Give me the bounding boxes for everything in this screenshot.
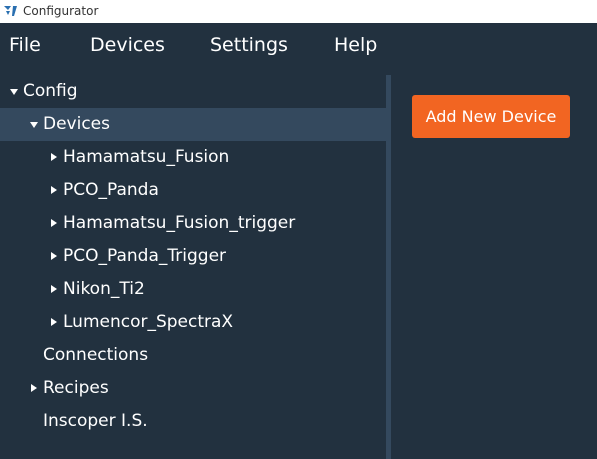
- tree-item-label: Devices: [43, 114, 110, 134]
- tree-item-inscoper[interactable]: Inscoper I.S.: [0, 405, 386, 438]
- tree-item-label: Config: [23, 81, 78, 101]
- menu-file[interactable]: File: [9, 34, 41, 56]
- tree-item-recipes[interactable]: Recipes: [0, 372, 386, 405]
- menu-devices[interactable]: Devices: [90, 34, 165, 56]
- add-new-device-button[interactable]: Add New Device: [412, 95, 570, 138]
- window-title: Configurator: [23, 4, 99, 18]
- tree-item-label: Nikon_Ti2: [63, 279, 145, 299]
- app-logo-icon: [4, 6, 17, 16]
- menu-bar: File Devices Settings Help: [0, 23, 597, 73]
- config-tree: Config Devices Hamamatsu_Fusion PCO_Pand…: [0, 75, 386, 459]
- menu-settings[interactable]: Settings: [210, 34, 288, 56]
- tree-item-label: Connections: [43, 345, 149, 365]
- tree-item-label: Hamamatsu_Fusion_trigger: [63, 213, 296, 233]
- collapsed-arrow-icon[interactable]: [51, 153, 57, 161]
- tree-item-device[interactable]: Hamamatsu_Fusion_trigger: [0, 207, 386, 240]
- tree-item-label: Recipes: [43, 378, 109, 398]
- tree-item-device[interactable]: Nikon_Ti2: [0, 273, 386, 306]
- expanded-arrow-icon[interactable]: [30, 122, 38, 128]
- tree-item-connections[interactable]: Connections: [0, 339, 386, 372]
- collapsed-arrow-icon[interactable]: [51, 285, 57, 293]
- collapsed-arrow-icon[interactable]: [51, 252, 57, 260]
- tree-item-label: Inscoper I.S.: [43, 411, 148, 431]
- tree-item-label: Lumencor_SpectraX: [63, 312, 234, 332]
- collapsed-arrow-icon[interactable]: [51, 219, 57, 227]
- tree-item-device[interactable]: Lumencor_SpectraX: [0, 306, 386, 339]
- tree-item-device[interactable]: Hamamatsu_Fusion: [0, 141, 386, 174]
- title-bar: Configurator: [0, 0, 597, 23]
- tree-item-label: PCO_Panda_Trigger: [63, 246, 227, 266]
- collapsed-arrow-icon[interactable]: [51, 318, 57, 326]
- tree-item-device[interactable]: PCO_Panda_Trigger: [0, 240, 386, 273]
- tree-item-device[interactable]: PCO_Panda: [0, 174, 386, 207]
- collapsed-arrow-icon[interactable]: [51, 186, 57, 194]
- expanded-arrow-icon[interactable]: [10, 89, 18, 95]
- tree-item-config[interactable]: Config: [0, 75, 386, 108]
- tree-item-devices[interactable]: Devices: [0, 108, 386, 141]
- collapsed-arrow-icon[interactable]: [31, 384, 37, 392]
- tree-item-label: Hamamatsu_Fusion: [63, 147, 230, 167]
- tree-item-label: PCO_Panda: [63, 180, 159, 200]
- menu-help[interactable]: Help: [334, 34, 377, 56]
